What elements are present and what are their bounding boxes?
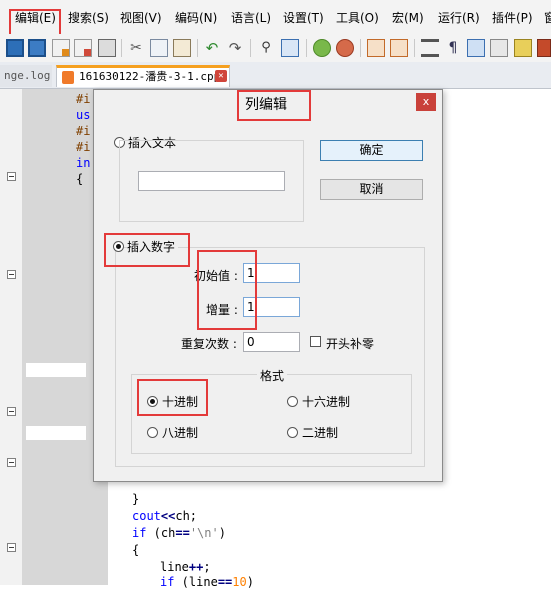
- close-file-icon[interactable]: [52, 39, 70, 57]
- menu-tools[interactable]: 工具(O): [336, 9, 379, 26]
- decimal-highlight: [137, 379, 208, 416]
- code-line: #i: [76, 124, 91, 138]
- title-highlight: [237, 90, 311, 121]
- replace-icon[interactable]: [281, 39, 299, 57]
- tab-label: 161630122-潘贵-3-1.cpp: [79, 70, 221, 83]
- close-all-icon[interactable]: [74, 39, 92, 57]
- zoom-out-icon[interactable]: [336, 39, 354, 57]
- repeat-count-field[interactable]: 0: [243, 332, 300, 352]
- code-line: {: [132, 543, 140, 557]
- tab-change-log[interactable]: nge.log: [0, 65, 52, 87]
- edit-menu-highlight: [9, 9, 61, 37]
- tab-label: nge.log: [4, 69, 51, 82]
- binary-radio[interactable]: [287, 427, 298, 438]
- insert-number-highlight: [104, 233, 190, 267]
- undo-icon[interactable]: ↶: [203, 39, 221, 57]
- ok-button[interactable]: 确定: [320, 140, 423, 161]
- menu-plugins[interactable]: 插件(P): [492, 9, 533, 26]
- fold-toggle-icon[interactable]: [7, 407, 16, 416]
- copy-icon[interactable]: [150, 39, 168, 57]
- menu-macro[interactable]: 宏(M): [392, 9, 424, 26]
- menu-view[interactable]: 视图(V): [120, 9, 162, 26]
- octal-label: 八进制: [162, 426, 199, 440]
- menu-language[interactable]: 语言(L): [231, 9, 271, 26]
- cancel-button[interactable]: 取消: [320, 179, 423, 200]
- menu-bar: 编辑(E) 搜索(S) 视图(V) 编码(N) 语言(L) 设置(T) 工具(O…: [0, 0, 551, 37]
- find-icon[interactable]: ⚲: [257, 39, 275, 57]
- new-file-icon[interactable]: [6, 39, 24, 57]
- code-line: line++;: [160, 560, 211, 574]
- indent-guide-icon[interactable]: [467, 39, 485, 57]
- fold-toggle-icon[interactable]: [7, 543, 16, 552]
- hex-radio[interactable]: [287, 396, 298, 407]
- code-line: }: [132, 492, 140, 506]
- cut-icon[interactable]: ✂: [127, 39, 145, 57]
- record-macro-icon[interactable]: [537, 39, 551, 57]
- function-list-icon[interactable]: [514, 39, 532, 57]
- hex-label: 十六进制: [302, 395, 351, 409]
- redo-icon[interactable]: ↷: [226, 39, 244, 57]
- code-line: if (ch=='\n'): [132, 526, 226, 540]
- column-editor-dialog: 列编辑 x 插入文本 确定 取消 插入数字 初始值 : 1 增量 : 1 重复次…: [93, 89, 443, 482]
- octal-radio[interactable]: [147, 427, 158, 438]
- print-icon[interactable]: [98, 39, 116, 57]
- tab-cpp-file[interactable]: 161630122-潘贵-3-1.cpp ✕: [56, 65, 230, 87]
- sync-horizontal-icon[interactable]: [390, 39, 408, 57]
- doc-map-icon[interactable]: [490, 39, 508, 57]
- menu-encoding[interactable]: 编码(N): [175, 9, 217, 26]
- insert-text-field[interactable]: [138, 171, 285, 191]
- close-icon[interactable]: x: [416, 93, 436, 111]
- code-line: us: [76, 108, 91, 122]
- code-line: cout<<ch;: [132, 509, 198, 523]
- leading-zeros-checkbox[interactable]: [310, 336, 321, 347]
- word-wrap-icon[interactable]: [421, 39, 439, 57]
- initial-increment-highlight: [197, 250, 257, 330]
- menu-search[interactable]: 搜索(S): [68, 9, 109, 26]
- code-line: #i: [76, 92, 91, 106]
- menu-run[interactable]: 运行(R): [438, 9, 480, 26]
- fold-toggle-icon[interactable]: [7, 458, 16, 467]
- zoom-in-icon[interactable]: [313, 39, 331, 57]
- code-line: #i: [76, 140, 91, 154]
- save-all-icon[interactable]: [28, 39, 46, 57]
- code-line: if (line==10): [160, 575, 254, 589]
- sync-vertical-icon[interactable]: [367, 39, 385, 57]
- repeat-count-label: 重复次数 :: [181, 337, 237, 351]
- paste-icon[interactable]: [173, 39, 191, 57]
- leading-zeros-label: 开头补零: [326, 337, 375, 351]
- menu-window[interactable]: 窗: [544, 9, 551, 26]
- show-all-chars-icon[interactable]: ¶: [444, 39, 462, 57]
- format-legend: 格式: [257, 367, 288, 384]
- fold-margin: [0, 89, 23, 585]
- code-line: {: [76, 172, 84, 186]
- close-icon[interactable]: ✕: [215, 70, 227, 82]
- code-line: in: [76, 156, 91, 170]
- menu-settings[interactable]: 设置(T): [283, 9, 324, 26]
- binary-label: 二进制: [302, 426, 339, 440]
- toolbar: ✂ ↶ ↷ ⚲ ¶: [0, 34, 551, 63]
- fold-toggle-icon[interactable]: [7, 172, 16, 181]
- tab-bar: nge.log 161630122-潘贵-3-1.cpp ✕: [0, 62, 551, 89]
- unsaved-file-icon: [62, 71, 74, 84]
- fold-toggle-icon[interactable]: [7, 270, 16, 279]
